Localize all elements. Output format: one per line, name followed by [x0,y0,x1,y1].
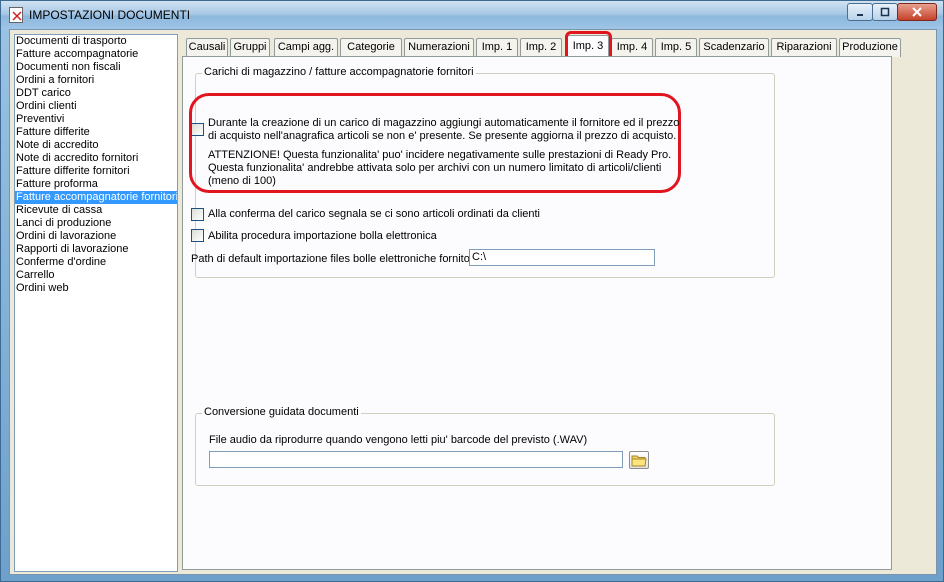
tab-produzione[interactable]: Produzione [839,38,901,57]
conversione-group: Conversione guidata documenti [195,406,775,486]
list-item[interactable]: Ordini clienti [15,100,177,113]
list-item[interactable]: Carrello [15,269,177,282]
warning-text-3: (meno di 100) [208,175,276,187]
title-bar[interactable]: IMPOSTAZIONI DOCUMENTI [1,1,943,29]
path-input[interactable]: C:\ [469,249,655,266]
maximize-button[interactable] [872,3,898,21]
maximize-icon [880,7,890,17]
list-item[interactable]: Ricevute di cassa [15,204,177,217]
ordered-articles-checkbox[interactable] [191,208,204,221]
close-button[interactable] [897,3,937,21]
list-item[interactable]: Rapporti di lavorazione [15,243,177,256]
warning-text-2: Questa funzionalita' andrebbe attivata s… [208,162,662,174]
list-item[interactable]: Ordini di lavorazione [15,230,177,243]
window-title: IMPOSTAZIONI DOCUMENTI [29,8,191,22]
minimize-button[interactable] [847,3,873,21]
electronic-bolla-label: Abilita procedura importazione bolla ele… [208,230,437,242]
tab-causali[interactable]: Causali [186,38,228,57]
tab-gruppi[interactable]: Gruppi [230,38,270,57]
main-window: IMPOSTAZIONI DOCUMENTI Documenti di tras… [0,0,944,582]
warning-text-1: ATTENZIONE! Questa funzionalita' puo' in… [208,149,672,161]
electronic-bolla-checkbox[interactable] [191,229,204,242]
app-icon [9,7,23,23]
tab-riparazioni[interactable]: Riparazioni [771,38,837,57]
auto-add-supplier-label-1: Durante la creazione di un carico di mag… [208,117,680,129]
close-icon [912,7,922,17]
audio-file-input[interactable] [209,451,623,468]
minimize-icon [857,14,863,16]
carichi-group-legend: Carichi di magazzino / fatture accompagn… [202,66,476,78]
tab-scadenzario[interactable]: Scadenzario [699,38,769,57]
path-label: Path di default importazione files bolle… [191,253,476,265]
conversione-group-legend: Conversione guidata documenti [202,406,361,418]
list-item[interactable]: Fatture differite fornitori [15,165,177,178]
list-item[interactable]: Documenti di trasporto [15,35,177,48]
list-item[interactable]: Fatture differite [15,126,177,139]
tab-imp-3[interactable]: Imp. 3 [567,35,609,57]
auto-add-supplier-checkbox[interactable] [191,123,204,136]
document-type-list[interactable]: Documenti di trasporto Fatture accompagna… [14,34,178,572]
tab-imp-1[interactable]: Imp. 1 [476,38,518,57]
tab-numerazioni[interactable]: Numerazioni [404,38,474,57]
tab-strip: Causali Gruppi Campi agg. Categorie Numerazi… [182,31,902,62]
list-item[interactable]: Note di accredito [15,139,177,152]
list-item[interactable]: DDT carico [15,87,177,100]
list-item[interactable]: Preventivi [15,113,177,126]
list-item[interactable]: Conferme d'ordine [15,256,177,269]
tab-categorie[interactable]: Categorie [340,38,402,57]
tab-imp-2[interactable]: Imp. 2 [520,38,562,57]
folder-icon [631,455,647,466]
tab-campi-agg[interactable]: Campi agg. [274,38,338,57]
auto-add-supplier-label-2: di acquisto nell'anagrafica articoli se … [208,130,677,142]
tab-panel-imp3: Carichi di magazzino / fatture accompagn… [182,56,892,570]
list-item[interactable]: Ordini a fornitori [15,74,177,87]
list-item[interactable]: Ordini web [15,282,177,295]
list-item[interactable]: Fatture accompagnatorie fornitori [15,191,177,204]
list-item[interactable]: Lanci di produzione [15,217,177,230]
tab-imp-4[interactable]: Imp. 4 [611,38,653,57]
list-item[interactable]: Fatture proforma [15,178,177,191]
browse-folder-button[interactable] [629,451,649,469]
ordered-articles-label: Alla conferma del carico segnala se ci s… [208,208,541,220]
window-client-area: Documenti di trasporto Fatture accompagna… [9,29,937,575]
tab-imp-5[interactable]: Imp. 5 [655,38,697,57]
list-item[interactable]: Documenti non fiscali [15,61,177,74]
list-item[interactable]: Note di accredito fornitori [15,152,177,165]
carichi-group: Carichi di magazzino / fatture accompagn… [195,66,775,278]
audio-file-label: File audio da riprodurre quando vengono … [209,434,588,446]
list-item[interactable]: Fatture accompagnatorie [15,48,177,61]
